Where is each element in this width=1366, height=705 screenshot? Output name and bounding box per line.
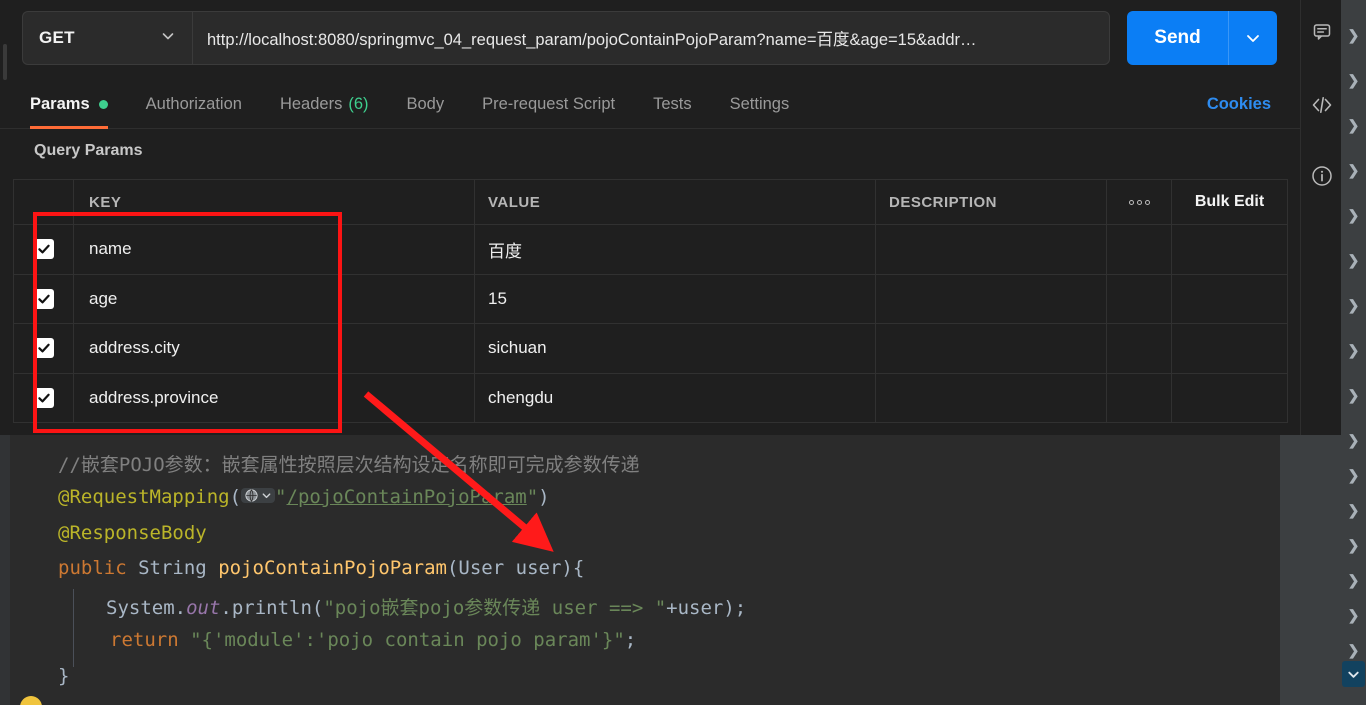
chevron-right-icon[interactable]: ❯ bbox=[1341, 571, 1366, 589]
url-input-container[interactable]: http://localhost:8080/springmvc_04_reque… bbox=[192, 11, 1110, 65]
gutter-divider bbox=[9, 435, 10, 705]
query-params-table-header: KEY VALUE DESCRIPTION Bulk Edit bbox=[14, 180, 1287, 225]
chevron-right-icon[interactable]: ❯ bbox=[1341, 386, 1366, 404]
header-checkbox-cell bbox=[14, 180, 74, 224]
app-root: GET http://localhost:8080/springmvc_04_r… bbox=[0, 0, 1366, 705]
row-key-name[interactable]: name bbox=[89, 239, 132, 259]
send-options-chevron-down-icon[interactable] bbox=[1229, 11, 1277, 65]
table-row[interactable]: name 百度 bbox=[14, 225, 1287, 275]
tab-pre-request-script-label: Pre-request Script bbox=[482, 94, 616, 113]
chevron-right-icon[interactable]: ❯ bbox=[1341, 206, 1366, 224]
code-line-comment[interactable]: //嵌套POJO参数：嵌套属性按照层次结构设定名称即可完成参数传递 bbox=[58, 450, 640, 477]
request-tabs: Params Authorization Headers (6) Body Pr… bbox=[0, 80, 1300, 129]
row-value-age[interactable]: 15 bbox=[488, 289, 507, 309]
tab-headers[interactable]: Headers (6) bbox=[280, 80, 369, 129]
table-row[interactable]: address.city sichuan bbox=[14, 324, 1287, 374]
chevron-down-highlight-icon[interactable] bbox=[1342, 661, 1365, 687]
table-row[interactable]: address.province chengdu bbox=[14, 373, 1287, 423]
code-icon[interactable] bbox=[1301, 85, 1342, 125]
table-row[interactable]: age 15 bbox=[14, 274, 1287, 324]
send-button-group: Send bbox=[1127, 11, 1277, 65]
chevron-right-icon[interactable]: ❯ bbox=[1341, 161, 1366, 179]
code-line-println[interactable]: System.out.println("pojo嵌套pojo参数传递 user … bbox=[106, 593, 746, 620]
row-value-name[interactable]: 百度 bbox=[488, 237, 522, 262]
editor-gutter[interactable] bbox=[0, 435, 9, 705]
chevron-right-icon[interactable]: ❯ bbox=[1341, 466, 1366, 484]
row-key-address-province[interactable]: address.province bbox=[89, 388, 218, 408]
code-line-responsebody[interactable]: @ResponseBody bbox=[58, 522, 207, 544]
code-line-requestmapping[interactable]: @RequestMapping("/pojoContainPojoParam") bbox=[58, 486, 550, 508]
postman-request-pane: GET http://localhost:8080/springmvc_04_r… bbox=[0, 0, 1300, 435]
tab-settings-label: Settings bbox=[729, 94, 790, 113]
chevron-down-icon bbox=[160, 28, 176, 49]
code-line-method-signature[interactable]: public String pojoContainPojoParam(User … bbox=[58, 557, 584, 579]
indent-guide bbox=[73, 589, 74, 667]
send-button[interactable]: Send bbox=[1127, 11, 1228, 65]
bulk-edit-button[interactable]: Bulk Edit bbox=[1195, 193, 1264, 211]
cookies-link[interactable]: Cookies bbox=[1207, 80, 1271, 129]
row-key-address-city[interactable]: address.city bbox=[89, 338, 180, 358]
tab-authorization-label: Authorization bbox=[145, 94, 242, 113]
chevron-right-icon[interactable]: ❯ bbox=[1341, 296, 1366, 314]
tab-tests-label: Tests bbox=[653, 94, 692, 113]
tab-settings[interactable]: Settings bbox=[730, 80, 790, 129]
query-params-title: Query Params bbox=[34, 142, 143, 159]
chevron-right-icon[interactable]: ❯ bbox=[1341, 341, 1366, 359]
comment-icon[interactable] bbox=[1301, 12, 1342, 52]
column-header-key: KEY bbox=[89, 193, 122, 211]
request-url-bar: GET http://localhost:8080/springmvc_04_r… bbox=[22, 11, 1110, 65]
tab-body-label: Body bbox=[406, 94, 445, 113]
row-checkbox-name[interactable] bbox=[33, 239, 54, 260]
row-value-address-city[interactable]: sichuan bbox=[488, 338, 547, 358]
url-input[interactable]: http://localhost:8080/springmvc_04_reque… bbox=[207, 26, 1095, 50]
query-params-table: KEY VALUE DESCRIPTION Bulk Edit name 百度 bbox=[13, 179, 1288, 423]
chevron-right-icon[interactable]: ❯ bbox=[1341, 71, 1366, 89]
chevron-right-icon[interactable]: ❯ bbox=[1341, 501, 1366, 519]
chevron-right-icon[interactable]: ❯ bbox=[1341, 641, 1366, 659]
code-line-return[interactable]: return "{'module':'pojo contain pojo par… bbox=[110, 629, 636, 651]
left-scrollbar[interactable] bbox=[3, 44, 7, 80]
table-options-ellipsis-icon[interactable] bbox=[1107, 180, 1172, 224]
column-header-description: DESCRIPTION bbox=[889, 193, 998, 211]
chevron-right-icon[interactable]: ❯ bbox=[1341, 606, 1366, 624]
code-line-3-text: @ResponseBody bbox=[58, 522, 207, 544]
row-checkbox-age[interactable] bbox=[33, 288, 54, 309]
tab-params-label: Params bbox=[30, 94, 90, 113]
row-value-address-province[interactable]: chengdu bbox=[488, 388, 553, 408]
row-key-age[interactable]: age bbox=[89, 289, 117, 309]
chevron-right-icon[interactable]: ❯ bbox=[1341, 431, 1366, 449]
tab-params[interactable]: Params bbox=[30, 80, 108, 129]
column-header-value: VALUE bbox=[488, 193, 541, 211]
code-line-1-text: //嵌套POJO参数：嵌套属性按照层次结构设定名称即可完成参数传递 bbox=[58, 454, 640, 476]
globe-icon[interactable] bbox=[241, 488, 276, 503]
tab-authorization[interactable]: Authorization bbox=[146, 80, 242, 129]
tab-headers-label: Headers bbox=[279, 94, 343, 113]
postman-right-sidebar bbox=[1300, 0, 1341, 435]
chevron-right-icon[interactable]: ❯ bbox=[1341, 26, 1366, 44]
tab-pre-request-script[interactable]: Pre-request Script bbox=[482, 80, 615, 129]
info-icon[interactable] bbox=[1301, 156, 1342, 196]
params-modified-dot-icon bbox=[98, 99, 108, 109]
code-line-close-brace[interactable]: } bbox=[58, 665, 69, 687]
http-method-dropdown[interactable]: GET bbox=[22, 11, 192, 65]
tab-body[interactable]: Body bbox=[407, 80, 445, 129]
tab-tests[interactable]: Tests bbox=[653, 80, 692, 129]
code-line-7-text: } bbox=[58, 665, 70, 687]
chevron-right-icon[interactable]: ❯ bbox=[1341, 536, 1366, 554]
http-method-label: GET bbox=[39, 28, 75, 47]
chevron-right-icon[interactable]: ❯ bbox=[1341, 116, 1366, 134]
row-checkbox-address-city[interactable] bbox=[33, 338, 54, 359]
row-checkbox-address-province[interactable] bbox=[33, 387, 54, 408]
right-edge-chevron-column: ❯ ❯ ❯ ❯ ❯ ❯ ❯ ❯ ❯ ❯ ❯ ❯ ❯ ❯ ❯ ❯ bbox=[1341, 0, 1366, 705]
tab-headers-count: (6) bbox=[348, 94, 369, 113]
chevron-right-icon[interactable]: ❯ bbox=[1341, 251, 1366, 269]
